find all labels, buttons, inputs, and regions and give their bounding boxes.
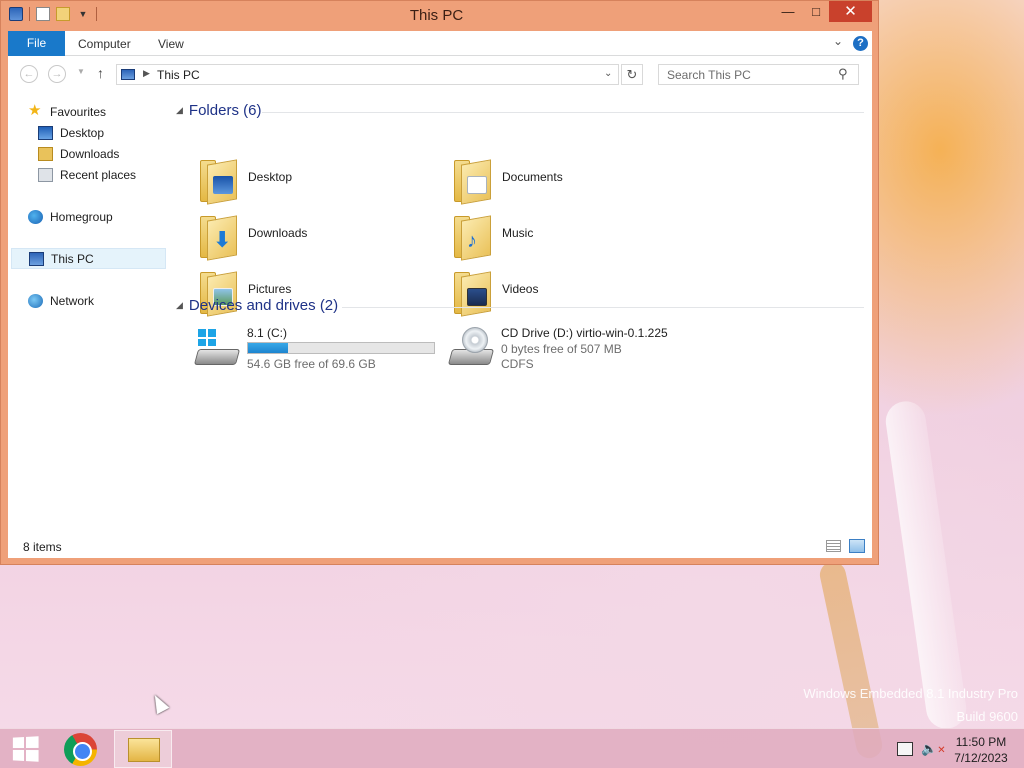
folder-label: Documents bbox=[502, 170, 563, 184]
clock-date: 7/12/2023 bbox=[954, 751, 1008, 765]
taskbar: 🔈✕ 11:50 PM 7/12/2023 bbox=[0, 728, 1024, 768]
navigation-pane: ★ Favourites Desktop Downloads Recent pl… bbox=[8, 97, 166, 537]
nav-network-label: Network bbox=[50, 294, 95, 308]
downloads-icon bbox=[38, 147, 53, 161]
address-dropdown-icon[interactable]: ⌄ bbox=[604, 68, 612, 79]
clock[interactable]: 11:50 PM 7/12/2023 bbox=[946, 734, 1016, 766]
drive-c[interactable]: 8.1 (C:) 54.6 GB free of 69.6 GB bbox=[193, 323, 454, 373]
this-pc-icon bbox=[121, 69, 135, 80]
wallpaper-highlight bbox=[883, 398, 969, 732]
content-pane: ◢ Folders (6) Desktop Documents ⬇ Downloa… bbox=[166, 97, 872, 537]
forward-button[interactable]: → bbox=[48, 65, 66, 83]
hard-drive-icon bbox=[193, 327, 241, 367]
explorer-window: ▼ This PC — □ ✕ File Computer View ⌄ ? ←… bbox=[0, 0, 879, 565]
clock-time: 11:50 PM bbox=[955, 735, 1007, 749]
help-icon[interactable]: ? bbox=[853, 36, 868, 51]
tab-computer[interactable]: Computer bbox=[78, 31, 131, 56]
documents-folder-icon bbox=[451, 158, 495, 205]
desktop-icon bbox=[38, 126, 53, 140]
folder-desktop[interactable]: Desktop bbox=[197, 157, 437, 207]
folder-music[interactable]: ♪ Music bbox=[451, 213, 691, 263]
file-explorer-icon bbox=[128, 738, 160, 762]
close-button[interactable]: ✕ bbox=[829, 1, 872, 22]
maximize-button[interactable]: □ bbox=[803, 1, 829, 22]
ribbon-tabs: File Computer View ⌄ ? bbox=[8, 31, 872, 56]
nav-favourites-label: Favourites bbox=[50, 105, 107, 119]
folder-documents[interactable]: Documents bbox=[451, 157, 691, 207]
group-divider bbox=[262, 112, 864, 113]
devices-group-header[interactable]: ◢ Devices and drives (2) bbox=[176, 297, 338, 317]
nav-downloads-label: Downloads bbox=[60, 147, 120, 161]
item-count: 8 items bbox=[23, 540, 62, 554]
nav-desktop-label: Desktop bbox=[60, 126, 105, 140]
homegroup-icon bbox=[28, 210, 43, 224]
mouse-cursor bbox=[148, 691, 170, 715]
folder-label: Downloads bbox=[248, 226, 308, 240]
network-tray-icon[interactable] bbox=[897, 742, 913, 756]
downloads-folder-icon: ⬇ bbox=[197, 214, 241, 261]
devices-group-title: Devices and drives (2) bbox=[188, 297, 339, 314]
chrome-taskbar-icon[interactable] bbox=[64, 733, 97, 766]
nav-homegroup-label: Homegroup bbox=[50, 210, 113, 224]
network-icon bbox=[28, 294, 43, 308]
folder-downloads[interactable]: ⬇ Downloads bbox=[197, 213, 437, 263]
drive-name: 8.1 (C:) bbox=[247, 326, 288, 340]
drive-d[interactable]: CD Drive (D:) virtio-win-0.1.225 0 bytes… bbox=[447, 323, 708, 373]
folder-label: Desktop bbox=[248, 170, 293, 184]
star-icon: ★ bbox=[28, 102, 42, 119]
back-button[interactable]: ← bbox=[20, 65, 38, 83]
recent-places-icon bbox=[38, 168, 53, 182]
cd-drive-icon bbox=[447, 327, 495, 367]
address-bar[interactable]: ▶ This PC ⌄ bbox=[116, 64, 619, 85]
folder-label: Music bbox=[502, 226, 534, 240]
nav-this-pc-label: This PC bbox=[51, 252, 94, 266]
recent-locations-chevron-icon[interactable]: ▼ bbox=[77, 67, 85, 76]
folders-group-title: Folders (6) bbox=[188, 102, 262, 119]
window-client: File Computer View ⌄ ? ← → ▼ ↑ ▶ This PC… bbox=[8, 31, 872, 558]
collapse-triangle-icon[interactable]: ◢ bbox=[176, 105, 183, 115]
tab-file[interactable]: File bbox=[8, 31, 65, 56]
window-title: This PC bbox=[409, 7, 464, 24]
drive-name: CD Drive (D:) virtio-win-0.1.225 bbox=[501, 326, 668, 340]
collapse-triangle-icon[interactable]: ◢ bbox=[176, 300, 183, 310]
folder-videos[interactable]: Videos bbox=[451, 269, 691, 319]
search-icon[interactable]: ⚲ bbox=[838, 66, 848, 82]
refresh-button[interactable]: ↻ bbox=[621, 64, 643, 85]
large-icons-view-icon[interactable] bbox=[849, 539, 865, 553]
folders-group-header[interactable]: ◢ Folders (6) bbox=[176, 102, 261, 122]
drive-free-space: 54.6 GB free of 69.6 GB bbox=[247, 357, 376, 371]
videos-folder-icon bbox=[451, 270, 495, 317]
search-input[interactable] bbox=[658, 64, 859, 85]
expand-ribbon-chevron-icon[interactable]: ⌄ bbox=[833, 34, 843, 48]
drive-usage-fill bbox=[248, 343, 289, 353]
start-button[interactable] bbox=[12, 736, 39, 762]
folder-label: Pictures bbox=[248, 282, 292, 296]
minimize-button[interactable]: — bbox=[773, 1, 803, 22]
this-pc-icon bbox=[29, 252, 44, 266]
navigation-bar: ← → ▼ ↑ ▶ This PC ⌄ ↻ ⚲ bbox=[8, 57, 872, 91]
breadcrumb-chevron-icon[interactable]: ▶ bbox=[143, 68, 150, 79]
volume-muted-tray-icon[interactable]: 🔈✕ bbox=[921, 741, 946, 757]
watermark-edition: Windows Embedded 8.1 Industry Pro bbox=[803, 686, 1018, 701]
nav-recent-label: Recent places bbox=[60, 168, 137, 182]
tab-view[interactable]: View bbox=[158, 31, 184, 56]
drive-filesystem: CDFS bbox=[501, 357, 534, 371]
group-divider bbox=[342, 307, 864, 308]
breadcrumb-this-pc[interactable]: This PC bbox=[157, 68, 200, 82]
drive-usage-bar bbox=[247, 342, 435, 354]
folder-label: Videos bbox=[502, 282, 539, 296]
up-button[interactable]: ↑ bbox=[97, 65, 104, 81]
desktop-folder-icon bbox=[197, 158, 241, 205]
nav-this-pc[interactable]: This PC bbox=[11, 248, 166, 269]
drive-free-space: 0 bytes free of 507 MB bbox=[501, 342, 622, 356]
details-view-icon[interactable] bbox=[826, 540, 841, 552]
file-explorer-taskbar-button[interactable] bbox=[114, 730, 172, 768]
watermark-build: Build 9600 bbox=[956, 709, 1018, 724]
music-folder-icon: ♪ bbox=[451, 214, 495, 261]
status-bar: 8 items bbox=[8, 537, 872, 558]
title-bar[interactable]: ▼ This PC — □ ✕ bbox=[1, 1, 878, 31]
